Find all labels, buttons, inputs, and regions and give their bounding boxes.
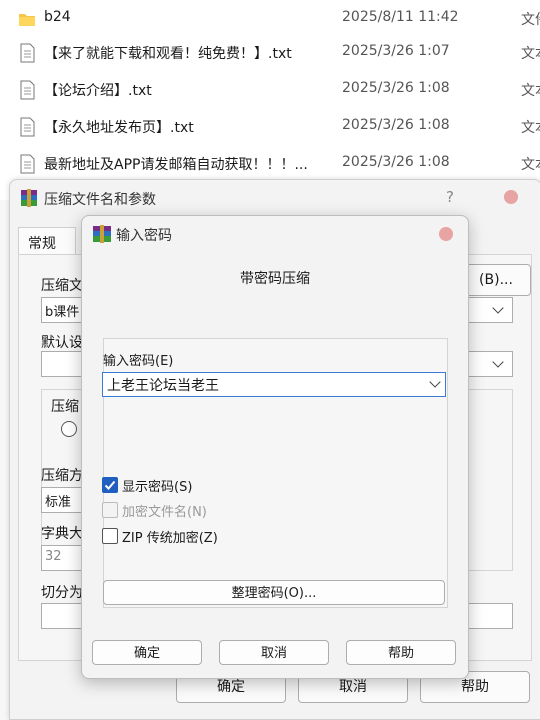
password-heading: 带密码压缩 [240,271,310,287]
compress-group-label: 压缩 [51,399,79,415]
text-file-icon [20,80,35,100]
tab-general[interactable]: 常规 [18,227,76,256]
encrypt-filenames-label: 加密文件名(N) [122,505,207,520]
zip-legacy-label: ZIP 传统加密(Z) [122,531,218,546]
default-profile-label: 默认设 [41,335,83,351]
chevron-down-icon[interactable] [429,376,441,388]
password-dialog-title: 输入密码 [116,228,172,244]
file-date: 2025/8/11 11:42 [342,9,459,25]
file-name: 【永久地址发布页】.txt [44,120,194,136]
file-row[interactable]: 【来了就能下载和观看！纯免费！】.txt 2025/3/26 1:07 文本 [0,34,540,71]
text-file-icon [20,154,35,174]
format-radio[interactable] [61,421,77,437]
file-name: b24 [44,9,71,25]
archive-name-label: 压缩文 [41,278,83,294]
file-row[interactable]: b24 2025/8/11 11:42 文件 [0,0,540,37]
file-type: 文本 [521,120,540,136]
password-input[interactable]: 上老王论坛当老王 [102,372,446,397]
file-date: 2025/3/26 1:08 [342,154,450,170]
method-label: 压缩方 [41,468,83,484]
file-row[interactable]: 【永久地址发布页】.txt 2025/3/26 1:08 文本 [0,108,540,145]
close-icon[interactable] [439,227,453,241]
file-name: 【论坛介绍】.txt [44,83,152,99]
organize-passwords-button[interactable]: 整理密码(O)... [103,580,445,605]
file-date: 2025/3/26 1:08 [342,80,450,96]
file-type: 文本 [521,83,540,99]
file-type: 文本 [521,157,540,173]
cancel-button[interactable]: 取消 [219,640,329,665]
show-password-label: 显示密码(S) [122,480,193,495]
file-row[interactable]: 最新地址及APP请发邮箱自动获取！！！... 2025/3/26 1:08 文本 [0,145,540,182]
winrar-logo-icon [21,189,37,207]
show-password-checkbox[interactable] [102,477,118,493]
dictionary-label: 字典大 [41,526,83,542]
browse-button[interactable]: (B)... [461,264,531,296]
zip-legacy-checkbox[interactable] [102,528,118,544]
split-label: 切分为 [41,585,83,601]
password-dialog: 输入密码 带密码压缩 输入密码(E) 上老王论坛当老王 显示密码(S) 加密文件… [81,215,469,679]
text-file-icon [20,43,35,63]
check-icon [104,480,116,490]
file-type: 文件 [521,12,540,28]
help-button[interactable]: 帮助 [346,640,456,665]
file-name: 最新地址及APP请发邮箱自动获取！！！... [44,157,308,173]
file-row[interactable]: 【论坛介绍】.txt 2025/3/26 1:08 文本 [0,71,540,108]
file-date: 2025/3/26 1:07 [342,43,450,59]
dictionary-value: 32 [45,549,62,564]
file-list: b24 2025/8/11 11:42 文件 【来了就能下载和观看！纯免费！】.… [0,0,540,200]
file-name: 【来了就能下载和观看！纯免费！】.txt [44,46,292,62]
help-icon[interactable]: ? [446,188,454,206]
folder-icon [19,14,35,26]
winrar-logo-icon [93,225,111,243]
tab-general-label: 常规 [28,236,56,252]
archive-name-value: b课件 [45,305,80,320]
chevron-down-icon [492,356,504,368]
password-value: 上老王论坛当老王 [107,378,219,394]
method-value: 标准 [45,495,72,510]
archive-dialog-title: 压缩文件名和参数 [44,192,156,208]
ok-button[interactable]: 确定 [92,640,202,665]
file-date: 2025/3/26 1:08 [342,117,450,133]
password-input-label: 输入密码(E) [103,354,174,369]
text-file-icon [20,117,35,137]
close-icon[interactable] [504,190,518,204]
file-type: 文本 [521,46,540,62]
encrypt-filenames-checkbox[interactable] [102,502,118,518]
chevron-down-icon [492,302,504,314]
